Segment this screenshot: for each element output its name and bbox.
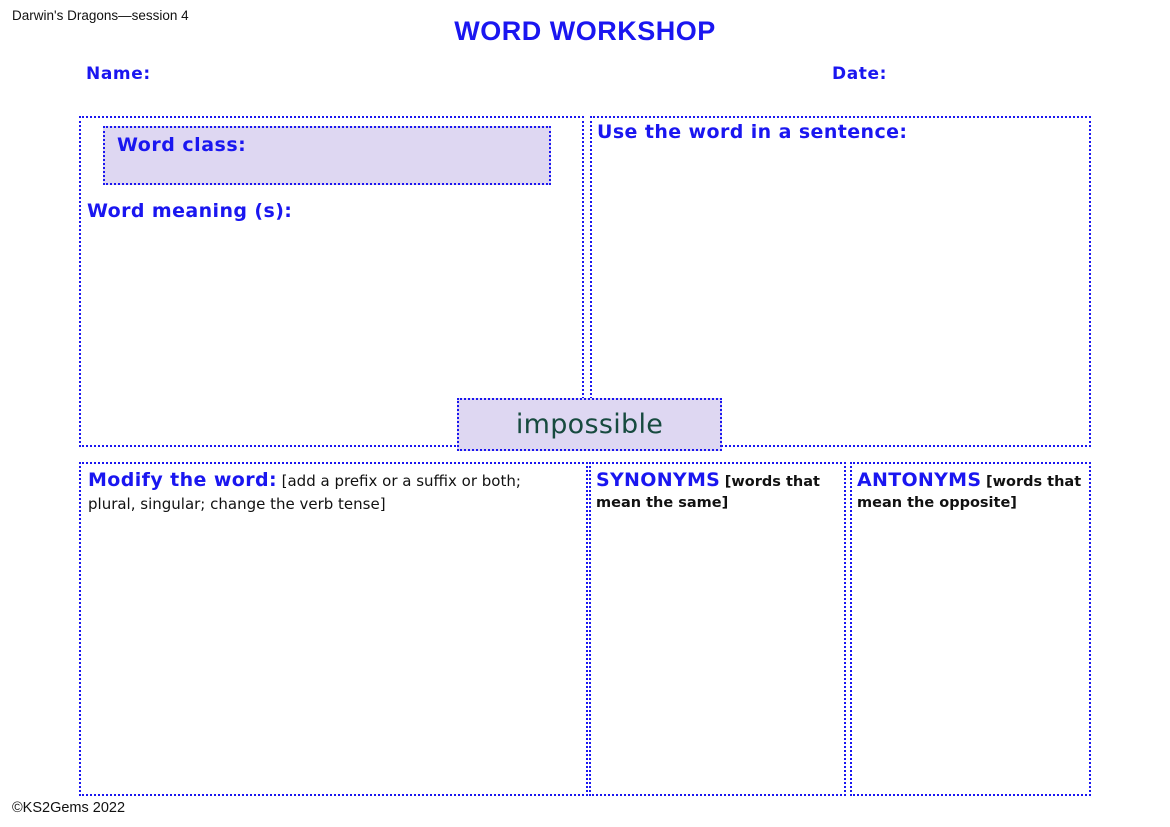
synonyms-heading: SYNONYMS — [596, 469, 720, 491]
focus-word: impossible — [516, 409, 663, 440]
focus-word-box: impossible — [457, 398, 722, 451]
copyright-notice: ©KS2Gems 2022 — [12, 800, 125, 816]
sentence-label: Use the word in a sentence: — [597, 121, 907, 143]
antonyms-heading: ANTONYMS — [857, 469, 981, 491]
word-class-box[interactable]: Word class: — [103, 126, 551, 185]
date-label: Date: — [832, 64, 887, 84]
synonyms-prompt: SYNONYMS [words that mean the same] — [596, 468, 842, 513]
modify-word-prompt: Modify the word: [add a prefix or a suff… — [88, 468, 558, 515]
word-meaning-label: Word meaning (s): — [87, 200, 292, 222]
name-label: Name: — [86, 64, 151, 84]
antonyms-prompt: ANTONYMS [words that mean the opposite] — [857, 468, 1085, 513]
modify-word-heading: Modify the word: — [88, 469, 277, 491]
word-class-label: Word class: — [117, 134, 246, 156]
page-title: WORD WORKSHOP — [0, 16, 1170, 47]
